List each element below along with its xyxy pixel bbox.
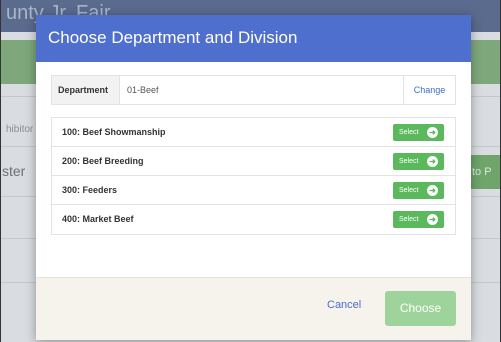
- modal-title: Choose Department and Division: [48, 28, 298, 47]
- modal-footer: Cancel Choose: [36, 277, 471, 340]
- change-department-link[interactable]: Change: [403, 76, 455, 104]
- select-division-button[interactable]: Select ➜: [393, 153, 444, 170]
- arrow-circle-right-icon: ➜: [427, 127, 438, 138]
- division-name: 100: Beef Showmanship: [62, 127, 166, 137]
- arrow-circle-right-icon: ➜: [427, 156, 438, 167]
- modal-header: Choose Department and Division: [36, 15, 471, 62]
- select-division-button[interactable]: Select ➜: [393, 124, 444, 141]
- division-row: 400: Market Beef Select ➜: [52, 205, 455, 234]
- select-button-label: Select: [399, 216, 419, 223]
- arrow-circle-right-icon: ➜: [427, 185, 438, 196]
- choose-button[interactable]: Choose: [385, 291, 456, 326]
- department-value: 01-Beef: [127, 85, 159, 95]
- division-name: 400: Market Beef: [62, 214, 134, 224]
- arrow-circle-right-icon: ➜: [427, 214, 438, 225]
- select-button-label: Select: [399, 187, 419, 194]
- background-left-text: hibitor: [6, 124, 34, 135]
- division-row: 100: Beef Showmanship Select ➜: [52, 118, 455, 147]
- division-name: 300: Feeders: [62, 185, 118, 195]
- division-list: 100: Beef Showmanship Select ➜ 200: Beef…: [51, 117, 456, 235]
- department-box: Department 01-Beef Change: [51, 75, 456, 105]
- department-label: Department: [52, 76, 120, 104]
- division-row: 300: Feeders Select ➜: [52, 176, 455, 205]
- frame-border-left: [0, 0, 1, 342]
- select-division-button[interactable]: Select ➜: [393, 182, 444, 199]
- select-button-label: Select: [399, 129, 419, 136]
- choose-department-modal: Choose Department and Division Departmen…: [36, 15, 471, 340]
- division-name: 200: Beef Breeding: [62, 156, 144, 166]
- division-row: 200: Beef Breeding Select ➜: [52, 147, 455, 176]
- select-division-button[interactable]: Select ➜: [393, 211, 444, 228]
- select-button-label: Select: [399, 158, 419, 165]
- cancel-button[interactable]: Cancel: [327, 299, 361, 311]
- background-left-text: ster: [2, 163, 26, 179]
